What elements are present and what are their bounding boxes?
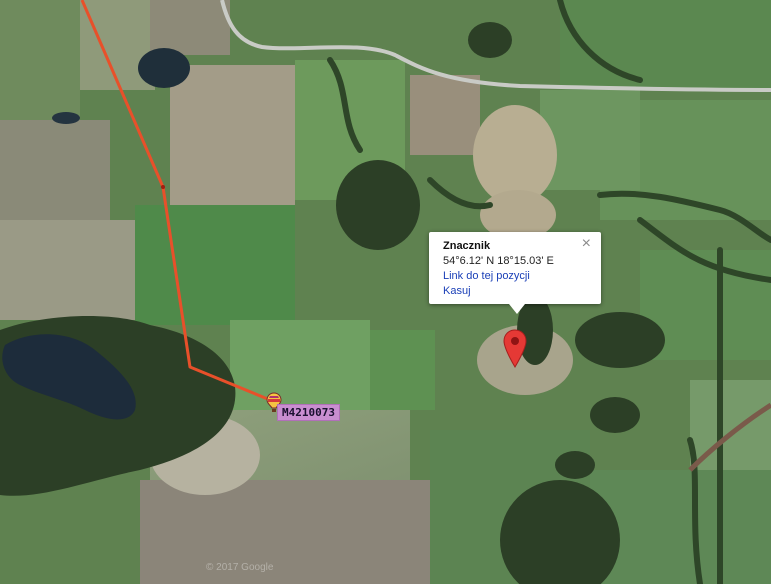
satellite-map[interactable]: [0, 0, 771, 584]
delete-marker-link[interactable]: Kasuj: [443, 284, 591, 299]
popup-title: Znacznik: [443, 240, 491, 252]
pond: [138, 48, 190, 88]
map-pin-icon[interactable]: [502, 329, 528, 369]
marker-info-popup: × Znacznik 54°6.12' N 18°15.03' E Link d…: [429, 232, 601, 314]
popup-coordinates: 54°6.12' N 18°15.03' E: [443, 255, 554, 267]
clearing: [473, 105, 557, 205]
popup-tail: [509, 304, 525, 314]
position-link[interactable]: Link do tej pozycji: [443, 269, 591, 284]
track-point: [161, 185, 165, 189]
map-copyright: © 2017 Google: [206, 562, 274, 573]
pond: [52, 112, 80, 124]
close-icon[interactable]: ×: [582, 236, 591, 252]
balloon-callsign-label[interactable]: M4210073: [277, 404, 340, 421]
